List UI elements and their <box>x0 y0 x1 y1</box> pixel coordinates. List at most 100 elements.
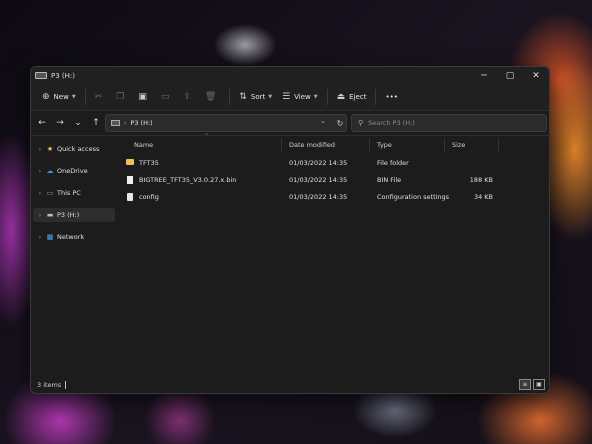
chevron-right-icon[interactable]: › <box>35 190 45 197</box>
column-divider[interactable] <box>498 138 499 152</box>
window-title: P3 (H:) <box>51 71 75 80</box>
sidebar-item-onedrive[interactable]: › ☁ OneDrive <box>33 164 115 178</box>
trash-icon: 🗑 <box>204 92 217 102</box>
search-icon: ⚲ <box>358 119 364 127</box>
file-row-config[interactable]: config 01/03/2022 14:35 Configuration se… <box>118 188 549 205</box>
monitor-icon: ▭ <box>46 189 54 197</box>
eject-button[interactable]: ⏏ Eject <box>332 87 372 107</box>
scissors-icon: ✂ <box>94 92 103 102</box>
recent-locations-button[interactable]: ⌄ <box>69 118 87 128</box>
plus-circle-icon: ⊕ <box>42 92 50 102</box>
sidebar-item-label: Network <box>57 233 85 241</box>
paste-button[interactable]: ▣ <box>133 87 156 107</box>
view-label: View <box>294 93 311 101</box>
sidebar-item-quick-access[interactable]: › ★ Quick access <box>33 142 115 156</box>
file-type: BIN File <box>377 176 402 184</box>
chevron-down-icon: ▼ <box>71 94 76 100</box>
network-icon: ▦ <box>46 233 54 241</box>
config-icon <box>127 193 133 201</box>
sidebar-item-network[interactable]: › ▦ Network <box>33 230 115 244</box>
rename-icon: ▭ <box>160 92 170 102</box>
item-count: 3 items <box>37 380 62 389</box>
column-date-modified[interactable]: Date modified <box>289 141 335 149</box>
file-name: TFT35 <box>139 159 159 167</box>
forward-button[interactable]: → <box>51 118 69 128</box>
details-view-icon[interactable]: ≡ <box>519 379 531 390</box>
search-placeholder: Search P3 (H:) <box>368 119 415 127</box>
search-box[interactable]: ⚲ Search P3 (H:) <box>351 114 547 132</box>
more-options-button[interactable]: ••• <box>380 87 402 107</box>
column-divider[interactable] <box>444 138 445 152</box>
copy-icon: ❐ <box>116 92 125 102</box>
share-icon: ⇪ <box>183 92 191 102</box>
file-name: config <box>139 193 159 201</box>
file-size: 188 KB <box>469 176 493 184</box>
sidebar-item-label: OneDrive <box>57 167 88 175</box>
view-toggle: ≡ ▣ <box>519 379 545 390</box>
cloud-icon: ☁ <box>46 167 54 175</box>
clipboard-icon: ▣ <box>138 92 147 102</box>
column-type[interactable]: Type <box>377 141 392 149</box>
chevron-right-icon[interactable]: › <box>35 212 45 219</box>
file-icon <box>127 176 133 184</box>
file-row-tft35[interactable]: TFT35 01/03/2022 14:35 File folder <box>118 154 549 171</box>
maximize-button[interactable]: ▢ <box>497 67 523 84</box>
chevron-down-icon[interactable]: ⌄ <box>320 117 326 125</box>
file-row-bin[interactable]: BIGTREE_TFT35_V3.0.27.x.bin 01/03/2022 1… <box>118 171 549 188</box>
divider <box>326 89 328 105</box>
sidebar-item-label: This PC <box>57 189 81 197</box>
chevron-right-icon[interactable]: › <box>35 234 45 241</box>
navigation-pane: › ★ Quick access › ☁ OneDrive › ▭ This P… <box>31 136 117 376</box>
sidebar-item-label: Quick access <box>57 145 100 153</box>
more-icon: ••• <box>385 93 398 101</box>
minimize-button[interactable]: ─ <box>471 67 497 84</box>
rename-button[interactable]: ▭ <box>156 87 179 107</box>
new-button[interactable]: ⊕ New ▼ <box>37 87 81 107</box>
file-date: 01/03/2022 14:35 <box>289 176 348 184</box>
sidebar-item-this-pc[interactable]: › ▭ This PC <box>33 186 115 200</box>
view-list-icon: ☰ <box>282 92 291 102</box>
refresh-button[interactable]: ↻ <box>332 119 348 128</box>
chevron-right-icon[interactable]: › <box>35 146 45 153</box>
file-date: 01/03/2022 14:35 <box>289 159 348 167</box>
back-button[interactable]: ← <box>33 118 51 128</box>
file-type: File folder <box>377 159 409 167</box>
address-path: P3 (H:) <box>130 119 153 127</box>
status-bar: 3 items ≡ ▣ <box>31 376 549 393</box>
sort-button[interactable]: ⇅ Sort ▼ <box>234 87 277 107</box>
column-divider[interactable] <box>281 138 282 152</box>
drive-icon <box>111 120 120 126</box>
column-divider[interactable] <box>369 138 370 152</box>
drive-icon: ▬ <box>46 211 54 219</box>
chevron-down-icon: ▼ <box>268 94 273 100</box>
folder-icon <box>126 159 134 165</box>
file-name: BIGTREE_TFT35_V3.0.27.x.bin <box>139 176 237 184</box>
sort-ascending-icon: ^ <box>204 133 210 140</box>
file-date: 01/03/2022 14:35 <box>289 193 348 201</box>
divider <box>229 89 231 105</box>
column-headers: ^ Name Date modified Type Size <box>118 133 549 154</box>
cut-button[interactable]: ✂ <box>90 87 112 107</box>
share-button[interactable]: ⇪ <box>178 87 200 107</box>
address-bar[interactable]: › P3 (H:) ⌄ ↻ <box>105 114 347 132</box>
delete-button[interactable]: 🗑 <box>200 87 225 107</box>
file-list: ^ Name Date modified Type Size TFT35 01/… <box>118 133 549 376</box>
command-bar: ⊕ New ▼ ✂ ❐ ▣ ▭ ⇪ 🗑 ⇅ Sort ▼ ☰ View ▼ ⏏ … <box>31 84 549 111</box>
copy-button[interactable]: ❐ <box>111 87 133 107</box>
up-button[interactable]: ↑ <box>87 118 105 128</box>
drive-icon <box>35 72 47 79</box>
file-size: 34 KB <box>473 193 493 201</box>
title-bar: P3 (H:) ─ ▢ ✕ <box>31 67 549 84</box>
large-icons-view-icon[interactable]: ▣ <box>533 379 545 390</box>
chevron-right-icon[interactable]: › <box>35 168 45 175</box>
sidebar-item-p3-drive[interactable]: › ▬ P3 (H:) <box>33 208 115 222</box>
file-type: Configuration settings <box>377 193 450 201</box>
close-button[interactable]: ✕ <box>523 67 549 84</box>
view-button[interactable]: ☰ View ▼ <box>277 87 323 107</box>
column-size[interactable]: Size <box>452 141 465 149</box>
divider <box>375 89 377 105</box>
sort-icon: ⇅ <box>239 92 247 102</box>
column-name[interactable]: Name <box>134 141 153 149</box>
chevron-right-icon: › <box>124 119 127 127</box>
star-icon: ★ <box>46 145 54 153</box>
